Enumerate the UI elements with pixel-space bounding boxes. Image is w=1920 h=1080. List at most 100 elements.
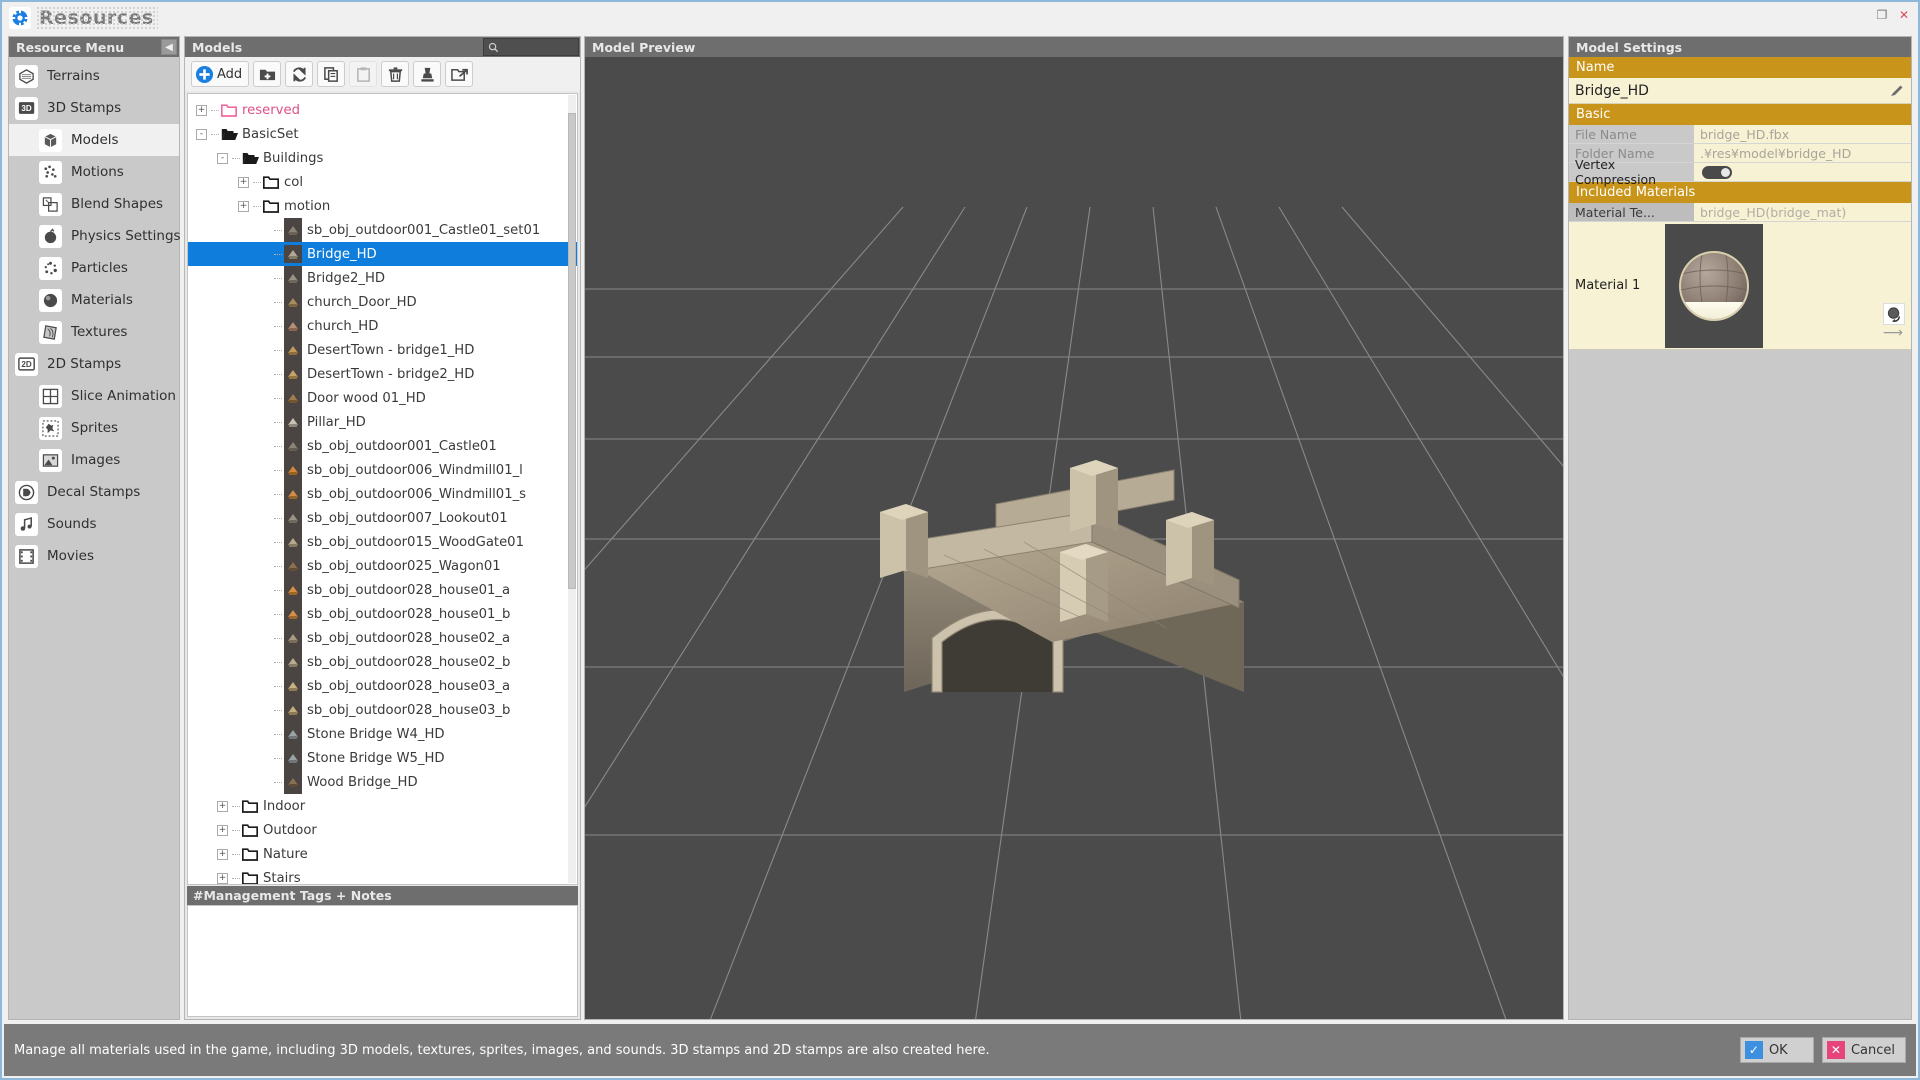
tree-item[interactable]: Bridge_HD <box>188 242 577 266</box>
tree-spacer <box>259 393 270 404</box>
material-refresh-icon[interactable] <box>1883 303 1905 325</box>
tree-item[interactable]: sb_obj_outdoor028_house02_b <box>188 650 577 674</box>
management-tags-input[interactable] <box>187 905 578 1017</box>
tree-item[interactable]: -BasicSet <box>188 122 577 146</box>
vertex-compression-toggle[interactable] <box>1702 166 1732 179</box>
tree-item[interactable]: -Buildings <box>188 146 577 170</box>
sidebar-item-textures[interactable]: Textures <box>9 316 179 348</box>
sidebar-item-materials[interactable]: Materials <box>9 284 179 316</box>
sidebar-item-physics-settings[interactable]: Physics Settings <box>9 220 179 252</box>
export-button[interactable] <box>445 61 473 87</box>
expand-icon[interactable]: + <box>217 873 228 884</box>
stamp-button[interactable] <box>413 61 441 87</box>
tree-item[interactable]: +Nature <box>188 842 577 866</box>
tree-item[interactable]: +Indoor <box>188 794 577 818</box>
sidebar-item-movies[interactable]: Movies <box>9 540 179 572</box>
tree-item[interactable]: sb_obj_outdoor028_house03_b <box>188 698 577 722</box>
sidebar-item-sounds[interactable]: Sounds <box>9 508 179 540</box>
sidebar-item-3d-stamps[interactable]: 3D3D Stamps <box>9 92 179 124</box>
collapse-icon[interactable]: - <box>217 153 228 164</box>
arrow-right-icon[interactable]: ⟶ <box>1883 325 1903 341</box>
sidebar-item-slice-animation[interactable]: Slice Animation <box>9 380 179 412</box>
tree-item[interactable]: sb_obj_outdoor015_WoodGate01 <box>188 530 577 554</box>
tree-item[interactable]: Wood Bridge_HD <box>188 770 577 794</box>
preview-viewport[interactable] <box>585 57 1563 1019</box>
tree-item[interactable]: +motion <box>188 194 577 218</box>
tree-connector <box>232 158 240 159</box>
tree-item[interactable]: church_HD <box>188 314 577 338</box>
sidebar-item-motions[interactable]: Motions <box>9 156 179 188</box>
tree-item[interactable]: DesertTown - bridge1_HD <box>188 338 577 362</box>
tree-item[interactable]: sb_obj_outdoor028_house01_a <box>188 578 577 602</box>
folder-open-icon <box>242 151 258 165</box>
tree-item[interactable]: Stone Bridge W5_HD <box>188 746 577 770</box>
scrollbar-thumb[interactable] <box>568 113 576 589</box>
ok-button[interactable]: ✓ OK <box>1740 1037 1814 1063</box>
tree-item[interactable]: sb_obj_outdoor028_house02_a <box>188 626 577 650</box>
sidebar-item-label: 2D Stamps <box>47 356 121 372</box>
collapse-icon[interactable]: - <box>196 129 207 140</box>
tree-spacer <box>259 681 270 692</box>
tree-item[interactable]: Stone Bridge W4_HD <box>188 722 577 746</box>
tree-connector <box>232 854 240 855</box>
tree-item[interactable]: sb_obj_outdoor006_Windmill01_l <box>188 458 577 482</box>
search-input[interactable] <box>483 38 579 56</box>
tree-item[interactable]: +Stairs <box>188 866 577 885</box>
tree-item[interactable]: Pillar_HD <box>188 410 577 434</box>
tree-item[interactable]: sb_obj_outdoor028_house01_b <box>188 602 577 626</box>
tree-item[interactable]: sb_obj_outdoor001_Castle01_set01 <box>188 218 577 242</box>
expand-icon[interactable]: + <box>217 801 228 812</box>
tree-indent <box>188 350 259 351</box>
model-name-field[interactable]: Bridge_HD <box>1569 78 1911 104</box>
sidebar-item-models[interactable]: Models <box>9 124 179 156</box>
close-button[interactable]: ✕ <box>1894 5 1914 25</box>
sidebar-item-2d-stamps[interactable]: 2D2D Stamps <box>9 348 179 380</box>
folder-closed-icon <box>242 871 258 885</box>
row-vertex-compression[interactable]: Vertex Compression <box>1569 163 1911 182</box>
add-button[interactable]: Add <box>191 61 249 87</box>
tree-item[interactable]: sb_obj_outdoor025_Wagon01 <box>188 554 577 578</box>
reload-button[interactable] <box>285 61 313 87</box>
tree-item[interactable]: Bridge2_HD <box>188 266 577 290</box>
expand-icon[interactable]: + <box>196 105 207 116</box>
models-tree-scrollbar[interactable] <box>568 95 576 883</box>
tree-connector <box>274 446 282 447</box>
sidebar-item-sprites[interactable]: Sprites <box>9 412 179 444</box>
restore-button[interactable]: ❐ <box>1872 5 1892 25</box>
tree-indent <box>188 230 259 231</box>
tree-item[interactable]: +Outdoor <box>188 818 577 842</box>
model-thumbnail <box>284 701 302 719</box>
sidebar-item-blend-shapes[interactable]: Blend Shapes <box>9 188 179 220</box>
cancel-button[interactable]: ✕ Cancel <box>1822 1037 1906 1063</box>
tree-item[interactable]: DesertTown - bridge2_HD <box>188 362 577 386</box>
tree-item[interactable]: +reserved <box>188 98 577 122</box>
tree-item[interactable]: sb_obj_outdoor028_house03_a <box>188 674 577 698</box>
tree-item[interactable]: sb_obj_outdoor001_Castle01 <box>188 434 577 458</box>
copy-button[interactable] <box>317 61 345 87</box>
chevron-left-icon[interactable]: ◀ <box>161 39 177 55</box>
tree-item[interactable]: sb_obj_outdoor006_Windmill01_s <box>188 482 577 506</box>
model-preview-title: Model Preview <box>592 40 695 55</box>
sidebar-item-decal-stamps[interactable]: Decal Stamps <box>9 476 179 508</box>
sidebar-item-particles[interactable]: Particles <box>9 252 179 284</box>
sidebar-item-terrains[interactable]: Terrains <box>9 60 179 92</box>
model-thumbnail <box>284 389 302 407</box>
tree-item[interactable]: Door wood 01_HD <box>188 386 577 410</box>
material-slot-1[interactable]: Material 1 <box>1569 222 1911 350</box>
expand-icon[interactable]: + <box>238 201 249 212</box>
terrain-icon <box>15 65 38 88</box>
expand-icon[interactable]: + <box>217 849 228 860</box>
sidebar-item-images[interactable]: Images <box>9 444 179 476</box>
tree-item[interactable]: church_Door_HD <box>188 290 577 314</box>
tree-item[interactable]: +col <box>188 170 577 194</box>
expand-icon[interactable]: + <box>238 177 249 188</box>
delete-button[interactable] <box>381 61 409 87</box>
resource-menu-list: Terrains3D3D StampsModelsMotionsBlend Sh… <box>9 57 179 572</box>
models-tree[interactable]: +reserved-BasicSet-Buildings+col+motions… <box>187 93 578 885</box>
pencil-icon[interactable] <box>1890 84 1904 98</box>
tree-connector <box>274 686 282 687</box>
textures-icon <box>39 321 62 344</box>
expand-icon[interactable]: + <box>217 825 228 836</box>
new-folder-button[interactable] <box>253 61 281 87</box>
tree-item[interactable]: sb_obj_outdoor007_Lookout01 <box>188 506 577 530</box>
